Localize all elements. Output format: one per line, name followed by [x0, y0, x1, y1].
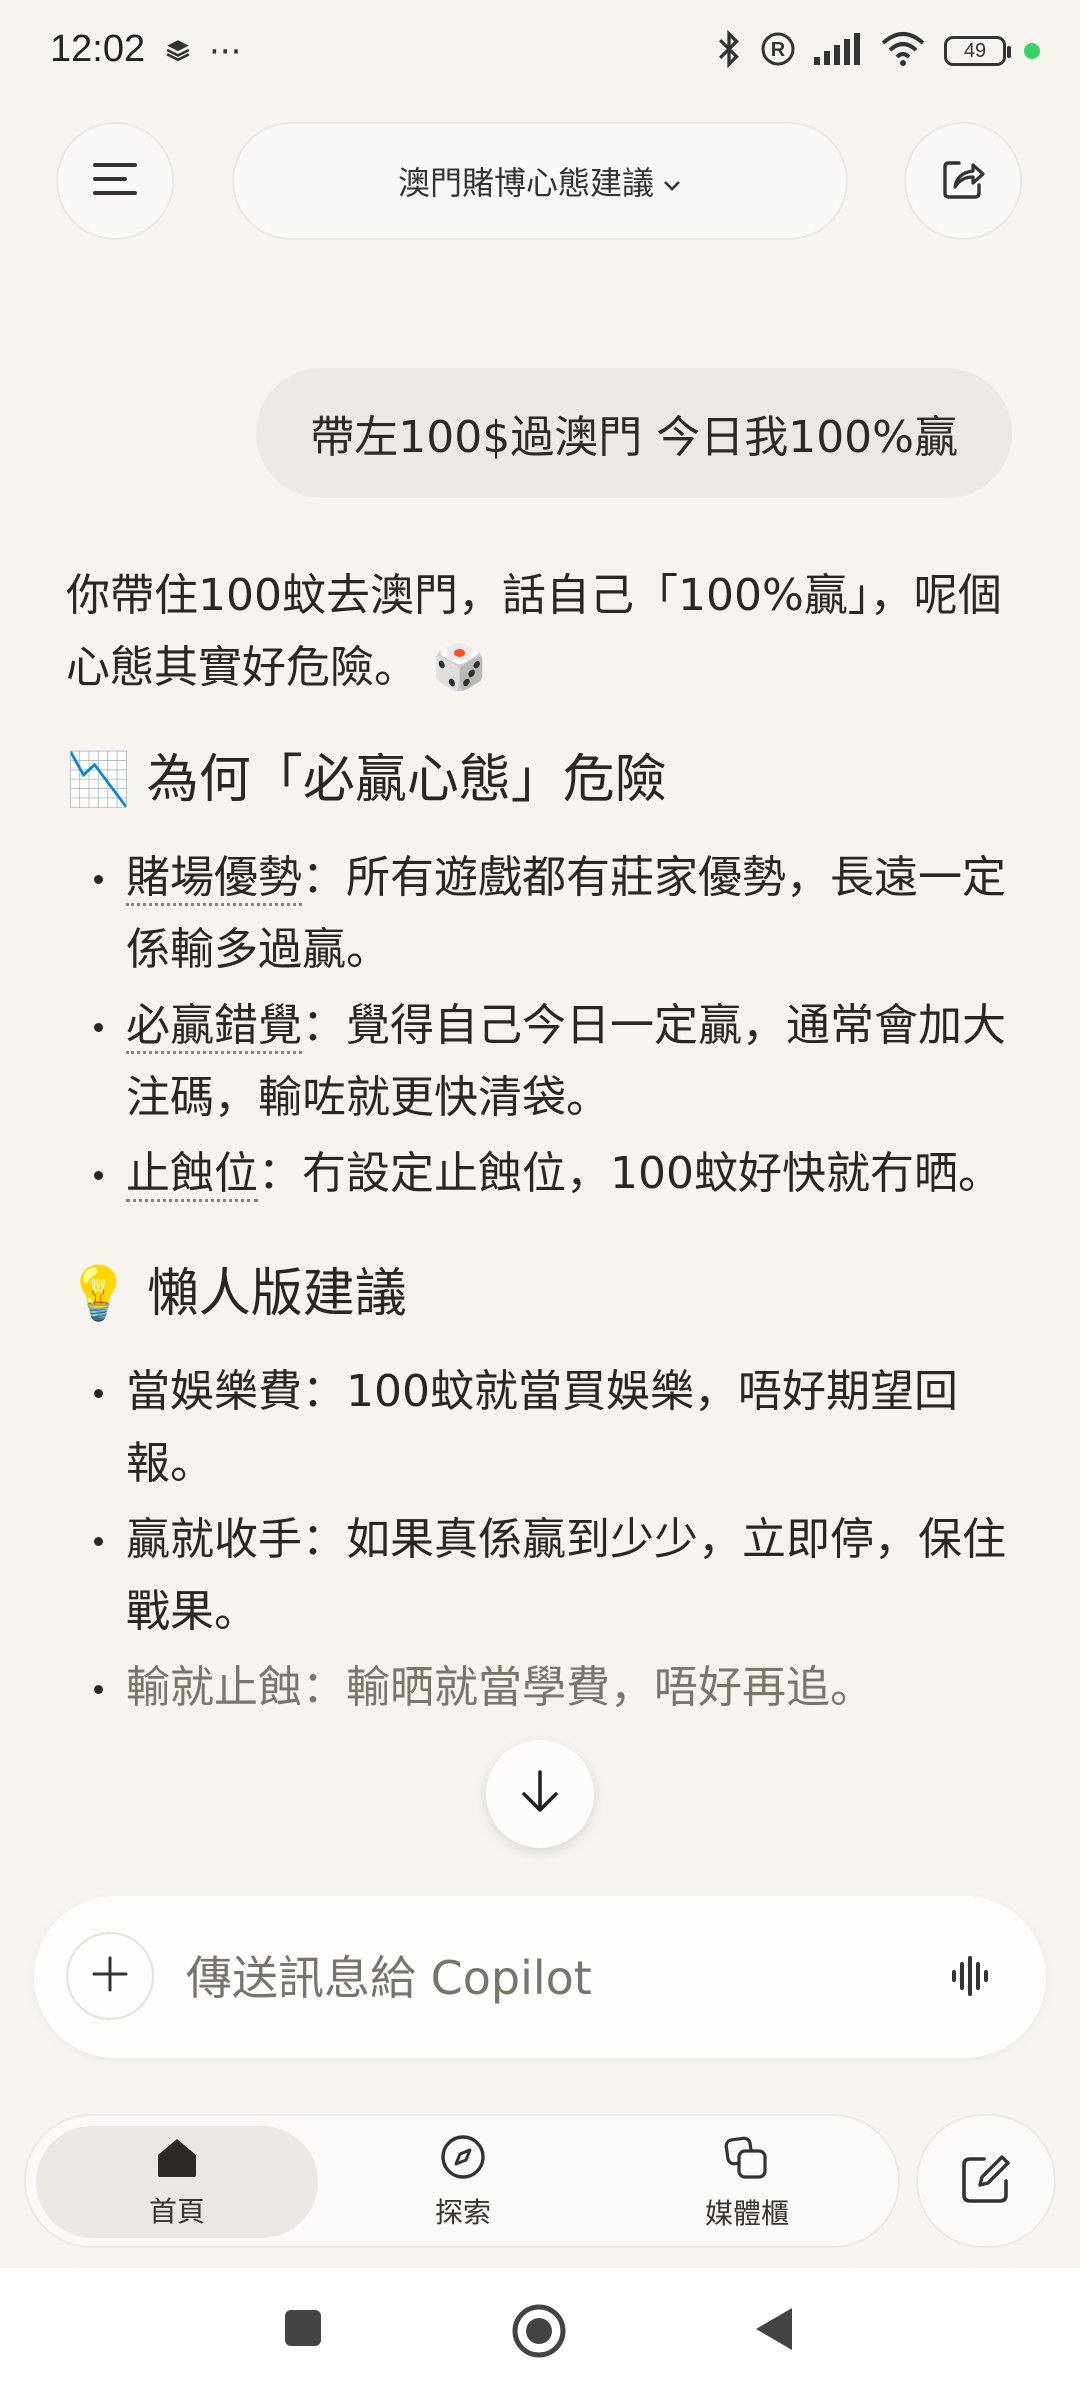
plus-icon — [91, 1955, 129, 1997]
svg-text:R: R — [771, 39, 786, 61]
section-heading-danger: 📉 為何「必贏心態」危險 — [66, 744, 1016, 816]
share-icon — [939, 155, 987, 207]
section-title: 為何「必贏心態」危險 — [146, 750, 667, 810]
dice-emoji: 🎲 — [432, 642, 487, 693]
bottom-nav: 首頁 探索 媒體櫃 — [24, 2114, 900, 2248]
chart-down-emoji: 📉 — [66, 750, 131, 810]
compose-icon — [958, 2151, 1014, 2211]
privacy-dot — [1024, 43, 1040, 59]
system-navigation-bar — [0, 2268, 1080, 2400]
assistant-message: 你帶住100蚊去澳門，話自己「100%贏」，呢個心態其實好危險。 🎲 📉 為何「… — [66, 560, 1016, 1728]
nav-label: 探索 — [434, 2195, 491, 2229]
nav-label: 首頁 — [148, 2194, 205, 2228]
library-icon — [723, 2133, 771, 2188]
waveform-icon — [950, 1956, 994, 2004]
nav-home[interactable]: 首頁 — [36, 2126, 318, 2238]
add-attachment-button[interactable] — [66, 1932, 154, 2020]
list-item: 賭場優勢：所有遊戲都有莊家優勢，長遠一定係輸多過贏。 — [66, 842, 1016, 986]
user-message-text: 帶左100$過澳門 今日我100%贏 — [310, 412, 958, 463]
term-link[interactable]: 必贏錯覺 — [126, 1000, 302, 1054]
status-time: 12:02 — [50, 28, 146, 70]
compass-icon — [440, 2134, 486, 2187]
wifi-icon — [880, 31, 926, 71]
conversation-title-button[interactable]: 澳門賭博心態建議 — [232, 122, 848, 240]
advice-list: 當娛樂費：100蚊就當買娛樂，唔好期望回報。 贏就收手：如果真係贏到少少，立即停… — [66, 1356, 1016, 1724]
share-button[interactable] — [904, 122, 1022, 240]
list-item: 必贏錯覺：覺得自己今日一定贏，通常會加大注碼，輸咗就更快清袋。 — [66, 990, 1016, 1134]
lightbulb-emoji: 💡 — [66, 1264, 131, 1324]
list-item: 贏就收手：如果真係贏到少少，立即停，保住戰果。 — [66, 1504, 1016, 1648]
new-chat-button[interactable] — [916, 2114, 1056, 2248]
danger-list: 賭場優勢：所有遊戲都有莊家優勢，長遠一定係輸多過贏。 必贏錯覺：覺得自己今日一定… — [66, 842, 1016, 1210]
layers-icon — [165, 37, 191, 67]
list-item: 輸就止蝕：輸晒就當學費，唔好再追。 — [66, 1652, 1016, 1724]
bluetooth-icon — [716, 29, 742, 72]
scroll-down-button[interactable] — [486, 1740, 594, 1848]
status-bar: 12:02 ··· R 49 — [0, 0, 1080, 110]
more-notifications-icon: ··· — [209, 32, 242, 72]
chevron-down-icon — [662, 162, 682, 200]
list-item: 止蝕位：冇設定止蝕位，100蚊好快就冇晒。 — [66, 1138, 1016, 1210]
home-system-button[interactable] — [510, 2302, 568, 2364]
registered-icon: R — [760, 31, 796, 71]
nav-discover[interactable]: 探索 — [322, 2126, 604, 2238]
arrow-down-icon — [518, 1768, 562, 1820]
menu-button[interactable] — [56, 122, 174, 240]
conversation-title: 澳門賭博心態建議 — [397, 164, 654, 202]
recents-button[interactable] — [283, 2308, 323, 2352]
message-composer — [34, 1896, 1046, 2058]
battery-indicator: 49 — [944, 36, 1011, 66]
nav-label: 媒體櫃 — [704, 2196, 789, 2230]
message-input[interactable] — [184, 1942, 928, 2014]
home-icon — [154, 2135, 200, 2186]
user-message-bubble: 帶左100$過澳門 今日我100%贏 — [256, 368, 1012, 498]
voice-button[interactable] — [950, 1952, 994, 2004]
list-item: 當娛樂費：100蚊就當買娛樂，唔好期望回報。 — [66, 1356, 1016, 1500]
hamburger-icon — [91, 161, 139, 201]
section-heading-advice: 💡 懶人版建議 — [66, 1258, 1016, 1330]
section-title: 懶人版建議 — [146, 1264, 407, 1324]
back-button[interactable] — [752, 2304, 796, 2358]
signal-icon — [814, 33, 862, 69]
assistant-intro: 你帶住100蚊去澳門，話自己「100%贏」，呢個心態其實好危險。 🎲 — [66, 570, 1002, 693]
nav-library[interactable]: 媒體櫃 — [606, 2126, 888, 2238]
term-link[interactable]: 止蝕位 — [126, 1148, 258, 1202]
term-link[interactable]: 賭場優勢 — [126, 852, 302, 906]
